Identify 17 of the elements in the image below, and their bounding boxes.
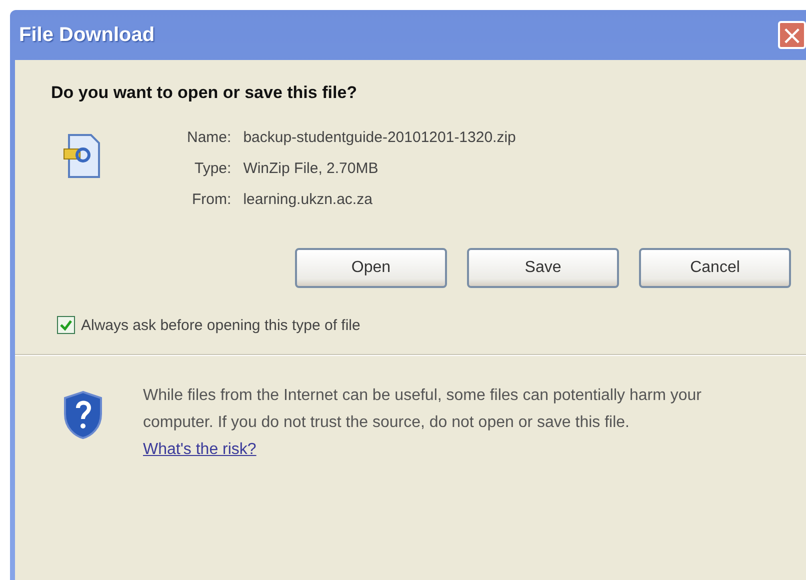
field-label: From: [191, 191, 232, 208]
shield-question-icon [63, 390, 103, 440]
field-value: backup-studentguide-20101201-1320.zip [243, 129, 516, 146]
dialog-button[interactable]: Open [295, 248, 447, 288]
field-label: Type: [194, 160, 232, 177]
question-text: Do you want to open or save this file? [51, 83, 358, 103]
dialog-button[interactable]: Save [467, 248, 619, 288]
checkbox-label: Always ask before opening this type of file [81, 316, 360, 334]
risk-link[interactable]: What's the risk? [143, 441, 256, 458]
field-label: Name: [187, 129, 232, 146]
dialog-button[interactable]: Cancel [639, 248, 791, 288]
window-title: File Download [19, 24, 155, 46]
zip-file-icon [63, 133, 103, 179]
checkbox[interactable] [57, 316, 75, 334]
warning-text: While files from the Internet can be useful, some files can potentially harm your computer. If you do not trust the source, do not open or save this file. What's the risk? [143, 386, 702, 460]
field-value: learning.ukzn.ac.za [243, 191, 374, 208]
field-value: WinZip File, 2.70MB [243, 160, 380, 177]
